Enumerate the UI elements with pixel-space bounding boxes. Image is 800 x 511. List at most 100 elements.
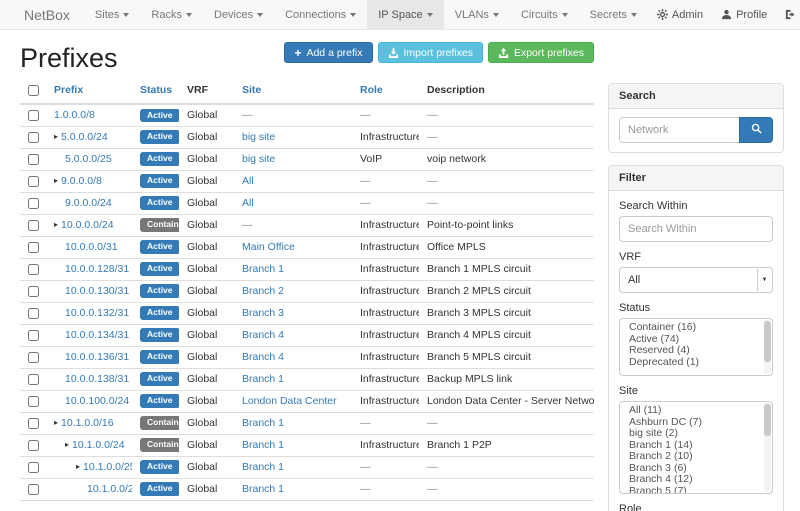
site-link[interactable]: Branch 1 xyxy=(242,439,284,451)
prefix-link[interactable]: 10.1.0.0/24 xyxy=(72,439,125,451)
prefix-link[interactable]: 5.0.0.0/25 xyxy=(65,153,112,165)
site-link[interactable]: Branch 4 xyxy=(242,351,284,363)
export-prefixes-button[interactable]: Export prefixes xyxy=(488,42,594,63)
site-link[interactable]: London Data Center xyxy=(242,395,337,407)
row-checkbox[interactable] xyxy=(28,418,39,429)
site-link[interactable]: Branch 2 xyxy=(242,285,284,297)
row-checkbox[interactable] xyxy=(28,440,39,451)
row-checkbox[interactable] xyxy=(28,462,39,473)
tree-expand-icon: ▸ xyxy=(65,440,69,449)
search-button[interactable] xyxy=(739,117,773,143)
row-checkbox[interactable] xyxy=(28,110,39,121)
site-link[interactable]: Branch 1 xyxy=(242,483,284,495)
select-all-checkbox[interactable] xyxy=(28,85,39,96)
row-checkbox[interactable] xyxy=(28,220,39,231)
row-checkbox[interactable] xyxy=(28,484,39,495)
nav-item-ip-space[interactable]: IP Space xyxy=(367,0,443,29)
site-option[interactable]: big site (2) xyxy=(620,428,762,440)
row-checkbox[interactable] xyxy=(28,198,39,209)
row-checkbox[interactable] xyxy=(28,396,39,407)
prefix-link[interactable]: 10.0.0.138/31 xyxy=(65,373,129,385)
prefix-link[interactable]: 10.0.0.0/31 xyxy=(65,241,118,253)
prefix-link[interactable]: 1.0.0.0/8 xyxy=(54,109,95,121)
site-listbox[interactable]: All (11)Ashburn DC (7)big site (2)Branch… xyxy=(619,401,773,494)
site-link[interactable]: Branch 1 xyxy=(242,417,284,429)
prefix-link[interactable]: 9.0.0.0/8 xyxy=(61,175,102,187)
role-value: Infrastructure xyxy=(360,395,419,407)
column-header-role[interactable]: Role xyxy=(352,80,419,104)
site-link[interactable]: big site xyxy=(242,153,275,165)
main-panel: Prefixes +Add a prefixImport prefixesExp… xyxy=(20,30,594,511)
vrf-select[interactable]: All ▼ xyxy=(619,267,773,293)
column-header-status[interactable]: Status xyxy=(132,80,179,104)
site-link[interactable]: Branch 4 xyxy=(242,329,284,341)
site-link[interactable]: Branch 1 xyxy=(242,263,284,275)
nav-item-devices[interactable]: Devices xyxy=(203,0,274,29)
vrf-value: Global xyxy=(187,461,217,473)
scrollbar[interactable] xyxy=(764,403,771,492)
row-checkbox[interactable] xyxy=(28,264,39,275)
search-input[interactable] xyxy=(619,117,739,143)
role-value: — xyxy=(360,197,371,209)
site-link[interactable]: Branch 1 xyxy=(242,461,284,473)
row-checkbox[interactable] xyxy=(28,242,39,253)
site-option[interactable]: All (11) xyxy=(620,405,762,417)
search-within-input[interactable] xyxy=(619,216,773,242)
row-checkbox[interactable] xyxy=(28,154,39,165)
nav-item-sites[interactable]: Sites xyxy=(84,0,140,29)
table-row: 10.0.0.138/31ActiveGlobalBranch 1Infrast… xyxy=(20,368,594,390)
prefix-link[interactable]: 10.0.0.0/24 xyxy=(61,219,114,231)
nav-right: AdminProfileLog out xyxy=(648,0,800,29)
prefix-link[interactable]: 10.0.0.132/31 xyxy=(65,307,129,319)
row-checkbox[interactable] xyxy=(28,286,39,297)
role-value: Infrastructure xyxy=(360,351,419,363)
prefix-link[interactable]: 9.0.0.0/24 xyxy=(65,197,112,209)
site-link[interactable]: Branch 1 xyxy=(242,373,284,385)
prefix-link[interactable]: 10.1.0.0/25 xyxy=(83,461,132,473)
nav-item-connections[interactable]: Connections xyxy=(274,0,367,29)
site-link[interactable]: Main Office xyxy=(242,241,295,253)
status-listbox[interactable]: Container (16)Active (74)Reserved (4)Dep… xyxy=(619,318,773,376)
nav-item-log-out[interactable]: Log out xyxy=(776,0,800,29)
prefix-link[interactable]: 5.0.0.0/24 xyxy=(61,131,108,143)
row-checkbox[interactable] xyxy=(28,374,39,385)
site-link[interactable]: All xyxy=(242,175,254,187)
nav-item-profile[interactable]: Profile xyxy=(712,0,776,29)
nav-item-vlans[interactable]: VLANs xyxy=(444,0,510,29)
site-link[interactable]: Branch 3 xyxy=(242,307,284,319)
site-link[interactable]: All xyxy=(242,197,254,209)
nav-item-circuits[interactable]: Circuits xyxy=(510,0,579,29)
description-value: Branch 3 MPLS circuit xyxy=(427,307,531,319)
prefix-link[interactable]: 10.0.0.128/31 xyxy=(65,263,129,275)
import-prefixes-button[interactable]: Import prefixes xyxy=(378,42,483,63)
prefix-link[interactable]: 10.0.100.0/24 xyxy=(65,395,129,407)
table-row: 10.0.0.132/31ActiveGlobalBranch 3Infrast… xyxy=(20,302,594,324)
row-checkbox[interactable] xyxy=(28,330,39,341)
status-option[interactable]: Deprecated (1) xyxy=(620,357,762,369)
prefix-link[interactable]: 10.0.0.136/31 xyxy=(65,351,129,363)
row-checkbox[interactable] xyxy=(28,308,39,319)
nav-item-racks[interactable]: Racks xyxy=(140,0,203,29)
nav-item-secrets[interactable]: Secrets xyxy=(579,0,648,29)
column-header-site[interactable]: Site xyxy=(234,80,352,104)
status-option[interactable]: Container (16) xyxy=(620,322,762,334)
prefix-link[interactable]: 10.0.0.134/31 xyxy=(65,329,129,341)
nav-item-admin[interactable]: Admin xyxy=(648,0,712,29)
add-a-prefix-button[interactable]: +Add a prefix xyxy=(284,42,372,63)
prefix-link[interactable]: 10.1.0.0/16 xyxy=(61,417,114,429)
row-checkbox[interactable] xyxy=(28,132,39,143)
site-option[interactable]: Branch 4 (12) xyxy=(620,474,762,486)
status-option[interactable]: Reserved (4) xyxy=(620,345,762,357)
site-link[interactable]: big site xyxy=(242,131,275,143)
row-checkbox[interactable] xyxy=(28,176,39,187)
prefix-link[interactable]: 10.1.0.0/26 xyxy=(87,483,132,495)
vrf-value: Global xyxy=(187,351,217,363)
site-option[interactable]: Branch 5 (7) xyxy=(620,486,762,495)
column-header-prefix[interactable]: Prefix xyxy=(46,80,132,104)
scrollbar[interactable] xyxy=(764,320,771,374)
brand-link[interactable]: NetBox xyxy=(14,0,84,29)
caret-down-icon xyxy=(123,13,129,17)
site-option[interactable]: Branch 2 (10) xyxy=(620,451,762,463)
row-checkbox[interactable] xyxy=(28,352,39,363)
prefix-link[interactable]: 10.0.0.130/31 xyxy=(65,285,129,297)
